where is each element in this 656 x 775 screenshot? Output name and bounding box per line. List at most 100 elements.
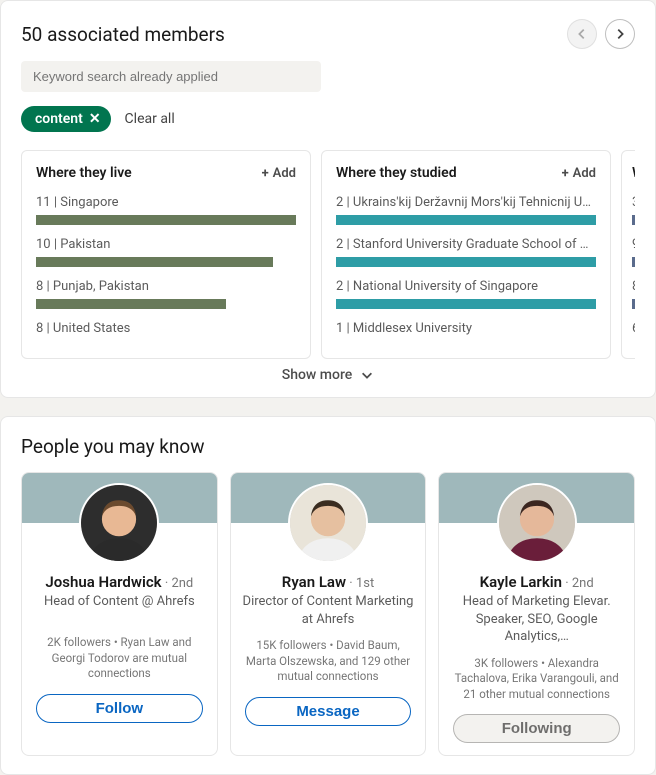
show-more-label: Show more xyxy=(282,367,353,383)
remove-filter-icon[interactable]: ✕ xyxy=(89,112,101,126)
avatar-icon xyxy=(499,485,575,561)
facet-bar-fill xyxy=(36,215,296,225)
facet-add-button[interactable]: + Add xyxy=(562,166,596,181)
facet-bar-fill xyxy=(632,257,635,267)
facet-add-label: Add xyxy=(573,166,596,181)
facet-bar-fill xyxy=(36,257,273,267)
facet-title: Where they live xyxy=(36,165,132,181)
facet-bar-label: 9 xyxy=(632,237,635,252)
facet-bar-label: 1 | Middlesex University xyxy=(336,321,596,336)
person-card[interactable]: Kayle Larkin · 2ndHead of Marketing Elev… xyxy=(438,472,635,756)
avatar-icon xyxy=(290,485,366,561)
facet-bar-label: 8 | Punjab, Pakistan xyxy=(36,279,296,294)
facet-add-button[interactable]: + Add xyxy=(262,166,296,181)
connection-degree: · 2nd xyxy=(162,576,194,591)
person-card[interactable]: Joshua Hardwick · 2ndHead of Content @ A… xyxy=(21,472,218,756)
person-headline: Head of Content @ Ahrefs xyxy=(34,591,205,625)
person-meta: 15K followers • David Baum, Marta Olszew… xyxy=(231,628,426,697)
facet-bar-track xyxy=(36,257,296,267)
facet-peek-next: W 3 9 8 6 xyxy=(621,150,635,359)
facet-bar-row[interactable]: 10 | Pakistan xyxy=(36,237,296,267)
avatar-icon xyxy=(81,485,157,561)
facet-bar-row[interactable]: 3 xyxy=(632,195,635,225)
chevron-down-icon xyxy=(360,368,374,382)
filter-chip-label: content xyxy=(35,111,83,127)
person-name[interactable]: Joshua Hardwick xyxy=(45,573,161,591)
person-name-line: Kayle Larkin · 2nd xyxy=(480,573,594,591)
facet-bar-row[interactable]: 9 xyxy=(632,237,635,267)
message-button[interactable]: Message xyxy=(245,697,412,726)
facet-bar-label: 8 xyxy=(632,279,635,294)
connection-degree: · 1st xyxy=(346,576,374,591)
associated-members-card: 50 associated members content ✕ Clear al… xyxy=(0,0,656,398)
facet-bar-label: 2 | Stanford University Graduate School … xyxy=(336,237,596,252)
facet-bar-fill xyxy=(336,215,596,225)
avatar[interactable] xyxy=(288,483,368,563)
connection-degree: · 2nd xyxy=(562,576,594,591)
filter-chip-content[interactable]: content ✕ xyxy=(21,106,111,132)
person-meta: 3K followers • Alexandra Tachalova, Erik… xyxy=(439,646,634,715)
facet-bar-row[interactable]: 11 | Singapore xyxy=(36,195,296,225)
facet-bar-track xyxy=(336,257,596,267)
facet-bar-row[interactable]: 6 xyxy=(632,321,635,336)
facet-bar-fill xyxy=(632,215,635,225)
avatar[interactable] xyxy=(79,483,159,563)
facet-header: W xyxy=(632,165,635,181)
clear-all-button[interactable]: Clear all xyxy=(125,111,175,127)
facet-title: W xyxy=(632,165,635,181)
facet-add-label: Add xyxy=(273,166,296,181)
facet-bar-row[interactable]: 8 xyxy=(632,279,635,309)
members-title: 50 associated members xyxy=(21,23,225,46)
avatar[interactable] xyxy=(497,483,577,563)
facet-where-they-studied: Where they studied + Add 2 | Ukrains'kij… xyxy=(321,150,611,359)
carousel-next-button[interactable] xyxy=(605,19,635,49)
facet-bar-fill xyxy=(336,299,596,309)
facet-bar-track xyxy=(632,215,635,225)
facet-bar-label: 2 | Ukrains'kij Deržavnij Mors'kij Tehni… xyxy=(336,195,596,210)
person-meta: 2K followers • Ryan Law and Georgi Todor… xyxy=(22,625,217,694)
facet-bar-fill xyxy=(36,299,226,309)
facet-bar-row[interactable]: 2 | Ukrains'kij Deržavnij Mors'kij Tehni… xyxy=(336,195,596,225)
chevron-right-icon xyxy=(613,27,627,41)
facet-bar-label: 3 xyxy=(632,195,635,210)
carousel-prev-button[interactable] xyxy=(567,19,597,49)
facet-bar-row[interactable]: 8 | United States xyxy=(36,321,296,336)
follow-button[interactable]: Follow xyxy=(36,694,203,723)
facet-where-they-live: Where they live + Add 11 | Singapore 10 |… xyxy=(21,150,311,359)
person-name-line: Joshua Hardwick · 2nd xyxy=(45,573,193,591)
keyword-search-input[interactable] xyxy=(21,61,321,92)
show-more-button[interactable]: Show more xyxy=(21,359,635,383)
facet-carousel: Where they live + Add 11 | Singapore 10 |… xyxy=(21,150,635,359)
person-card[interactable]: Ryan Law · 1stDirector of Content Market… xyxy=(230,472,427,756)
facet-bar-fill xyxy=(336,257,596,267)
facet-bar-track xyxy=(336,299,596,309)
facet-bar-label: 6 xyxy=(632,321,635,336)
members-header: 50 associated members xyxy=(21,19,635,49)
facet-bar-track xyxy=(632,299,635,309)
facet-bar-track xyxy=(36,215,296,225)
facet-bar-label: 2 | National University of Singapore xyxy=(336,279,596,294)
facet-bar-track xyxy=(36,299,296,309)
plus-icon: + xyxy=(262,166,269,181)
person-name[interactable]: Ryan Law xyxy=(282,573,346,591)
person-headline: Head of Marketing Elevar. Speaker, SEO, … xyxy=(439,591,634,646)
filter-row: content ✕ Clear all xyxy=(21,106,635,132)
chevron-left-icon xyxy=(575,27,589,41)
facet-header: Where they studied + Add xyxy=(336,165,596,181)
facet-bar-label: 8 | United States xyxy=(36,321,296,336)
pymk-title: People you may know xyxy=(21,435,635,458)
facet-bar-row[interactable]: 2 | Stanford University Graduate School … xyxy=(336,237,596,267)
plus-icon: + xyxy=(562,166,569,181)
facet-bar-row[interactable]: 2 | National University of Singapore xyxy=(336,279,596,309)
following-button[interactable]: Following xyxy=(453,714,620,743)
person-headline: Director of Content Marketing at Ahrefs xyxy=(231,591,426,628)
facet-bar-label: 11 | Singapore xyxy=(36,195,296,210)
facet-bar-label: 10 | Pakistan xyxy=(36,237,296,252)
facet-bar-track xyxy=(632,257,635,267)
facet-bar-fill xyxy=(632,299,635,309)
person-name[interactable]: Kayle Larkin xyxy=(480,573,562,591)
facet-bar-track xyxy=(336,215,596,225)
carousel-nav xyxy=(567,19,635,49)
facet-bar-row[interactable]: 1 | Middlesex University xyxy=(336,321,596,336)
facet-bar-row[interactable]: 8 | Punjab, Pakistan xyxy=(36,279,296,309)
